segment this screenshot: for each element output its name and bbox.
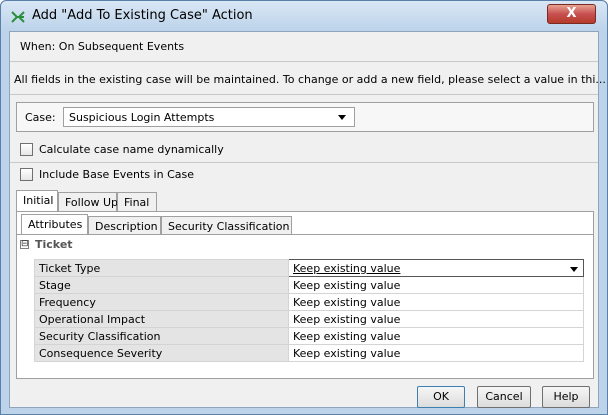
table-row[interactable]: Security Classification Keep existing va… [34,327,584,345]
chevron-down-icon [338,115,346,120]
table-row[interactable]: Consequence Severity Keep existing value [34,344,584,362]
property-value[interactable]: Keep existing value [288,293,584,311]
initial-tab-panel: Attributes Description Security Classifi… [16,211,594,379]
tab-security-classification[interactable]: Security Classification [161,216,292,235]
property-name: Ticket Type [34,259,289,277]
calc-name-checkbox[interactable] [20,143,33,156]
tab-initial[interactable]: Initial [16,190,58,211]
separator [10,94,598,95]
property-name: Security Classification [34,327,289,345]
property-value-dropdown[interactable]: Keep existing value [288,259,584,277]
tab-attributes[interactable]: Attributes [21,214,88,235]
tab-follow-up[interactable]: Follow Up [58,192,118,211]
property-value[interactable]: Keep existing value [288,327,584,345]
chevron-down-icon[interactable] [570,267,578,272]
case-section: Case: Suspicious Login Attempts [16,102,594,132]
ticket-group-label: Ticket [35,238,73,251]
collapse-icon[interactable]: ⊟ [20,240,29,249]
properties-table: Ticket Type Keep existing value Stage Ke… [34,259,584,362]
include-base-checkbox[interactable] [20,168,33,181]
info-text: All fields in the existing case will be … [14,73,606,86]
property-name: Operational Impact [34,310,289,328]
tab-description[interactable]: Description [88,216,161,235]
window-title: Add "Add To Existing Case" Action [32,8,253,23]
calc-name-label: Calculate case name dynamically [39,143,224,156]
title-bar[interactable]: Add "Add To Existing Case" Action X [1,1,607,31]
close-button[interactable]: X [547,4,596,24]
property-value[interactable]: Keep existing value [288,276,584,294]
include-base-label: Include Base Events in Case [39,168,195,181]
table-row[interactable]: Ticket Type Keep existing value [34,259,584,277]
property-value[interactable]: Keep existing value [288,310,584,328]
dialog-window: Add "Add To Existing Case" Action X When… [0,0,608,415]
ok-button[interactable]: OK [417,386,465,408]
property-name: Frequency [34,293,289,311]
help-button[interactable]: Help [542,386,590,408]
property-name: Consequence Severity [34,344,289,362]
table-row[interactable]: Frequency Keep existing value [34,293,584,311]
case-dropdown[interactable]: Suspicious Login Attempts [63,107,355,127]
tab-final[interactable]: Final [117,192,157,211]
cancel-button[interactable]: Cancel [477,386,531,408]
attributes-panel: ⊟ Ticket Ticket Type Keep existing value… [17,234,593,378]
separator [10,61,598,62]
case-dropdown-value: Suspicious Login Attempts [69,111,215,124]
trigger-text: When: On Subsequent Events [20,40,185,53]
property-value[interactable]: Keep existing value [288,344,584,362]
dialog-body: When: On Subsequent Events All fields in… [9,31,606,408]
action-icon [11,11,25,23]
table-row[interactable]: Operational Impact Keep existing value [34,310,584,328]
case-label: Case: [25,111,56,124]
property-value: Keep existing value [293,261,401,275]
separator [10,162,598,163]
property-name: Stage [34,276,289,294]
table-row[interactable]: Stage Keep existing value [34,276,584,294]
